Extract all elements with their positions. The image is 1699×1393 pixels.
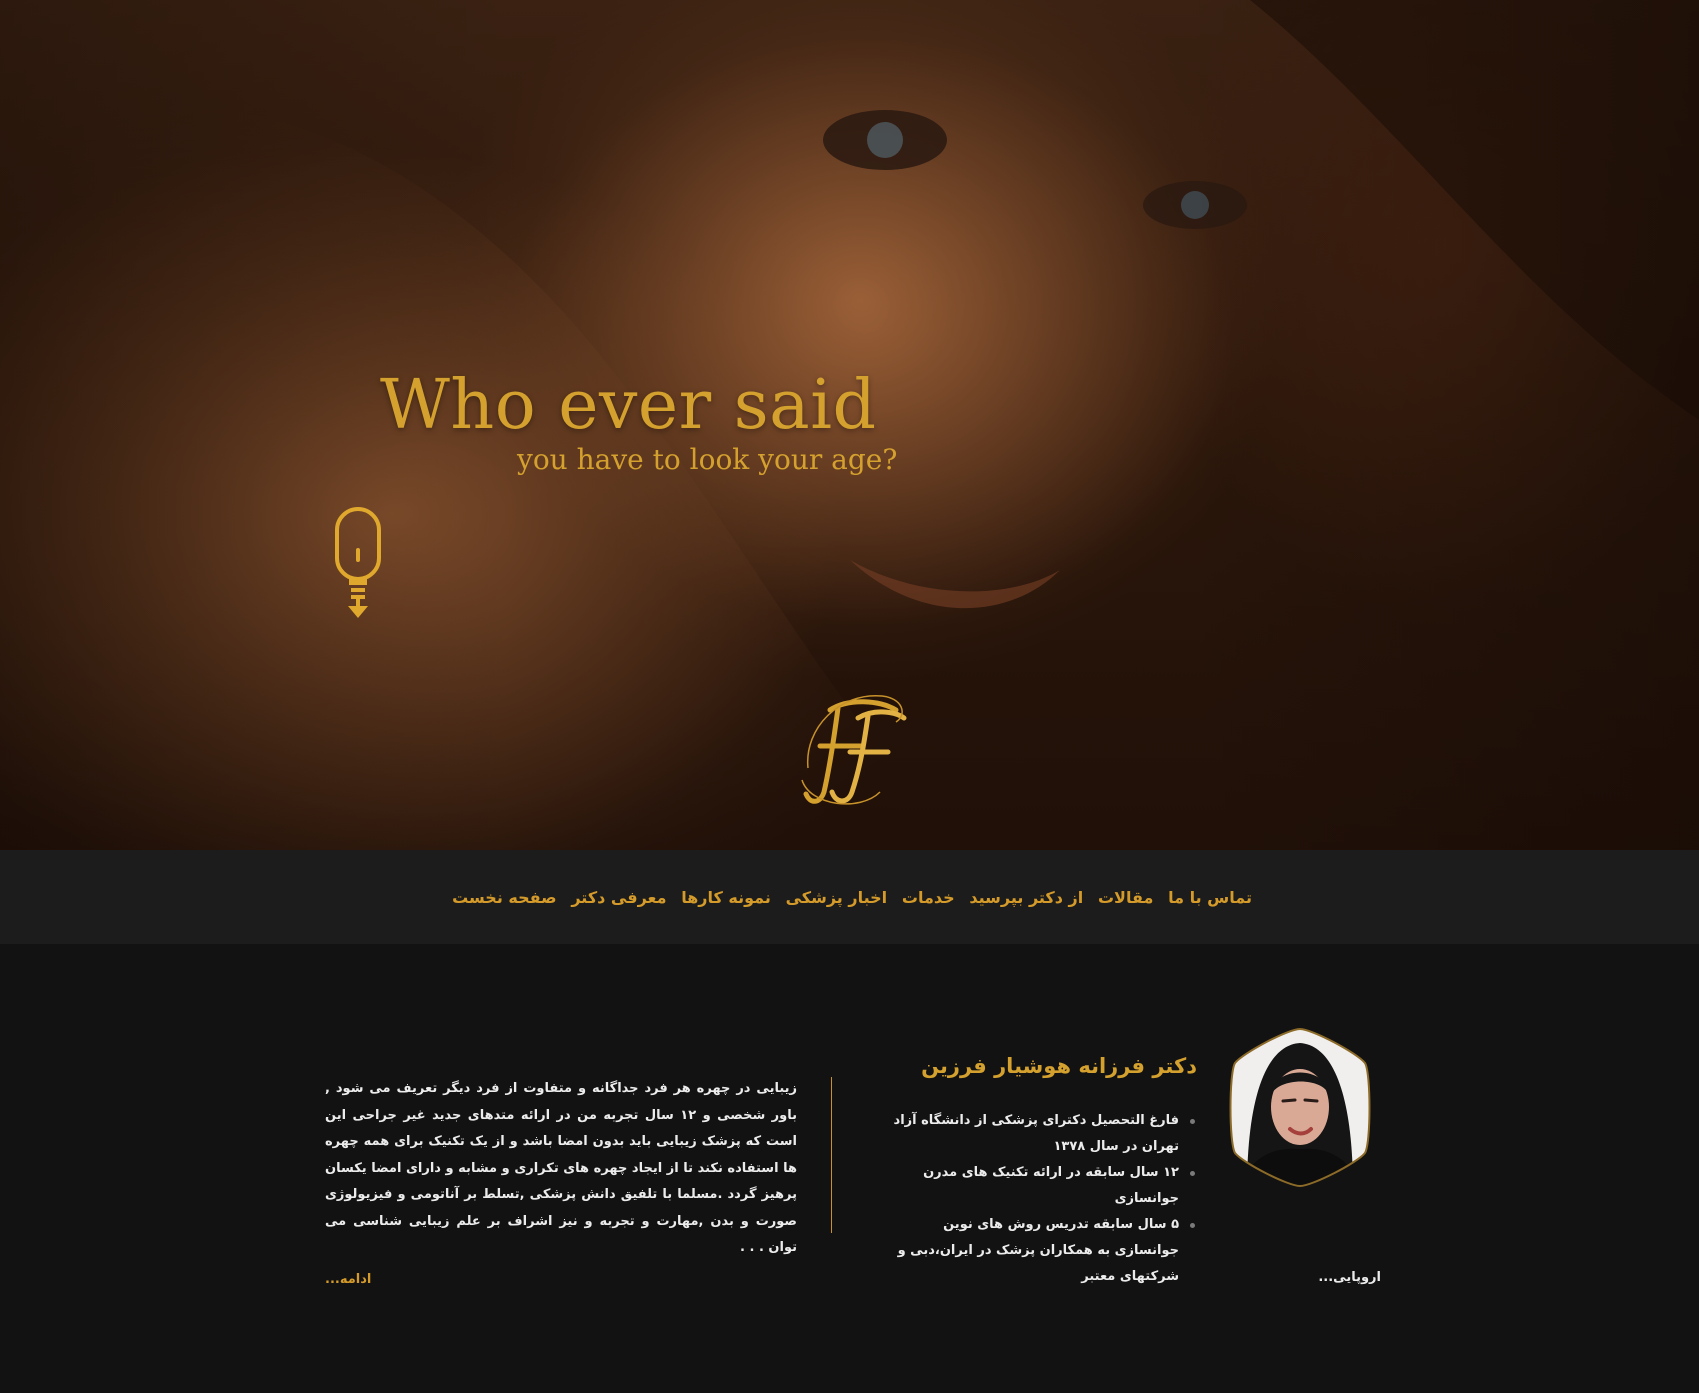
doctor-bio-list: فارغ التحصیل دکترای پزشکی از دانشگاه آزا… (879, 1108, 1197, 1290)
nav-item-articles[interactable]: مقالات (1098, 888, 1153, 907)
content-section (0, 944, 1699, 1393)
nav-item-services[interactable]: خدمات (902, 888, 955, 907)
hero-banner: Who ever said you have to look your age? (0, 0, 1699, 850)
intro-paragraph: زیبایی در چهره هر فرد جداگانه و متفاوت ا… (325, 1081, 797, 1255)
hero-headline: Who ever said (380, 366, 877, 445)
nav-item-ask-doctor[interactable]: از دکتر بپرسید (969, 888, 1083, 907)
nav-item-home[interactable]: صفحه نخست (452, 888, 557, 907)
bio-item: ۱۲ سال سابقه در ارائه تکنیک های مدرن جوا… (879, 1160, 1195, 1212)
nav-item-contact[interactable]: تماس با ما (1168, 888, 1252, 907)
nav-item-about-doctor[interactable]: معرفی دکتر (571, 888, 666, 907)
nav-menu: صفحه نخست معرفی دکتر نمونه کارها اخبار پ… (452, 850, 1252, 944)
read-more-link[interactable]: ادامه... (325, 1272, 371, 1287)
main-navbar: صفحه نخست معرفی دکتر نمونه کارها اخبار پ… (0, 850, 1699, 944)
doctor-avatar (1229, 1027, 1371, 1188)
bio-continuation: اروپایی... (1318, 1270, 1381, 1285)
nav-item-medical-news[interactable]: اخبار پزشکی (786, 888, 888, 907)
doctor-name: دکتر فرزانه هوشیار فرزین (921, 1054, 1197, 1078)
ff-monogram-logo (801, 695, 907, 805)
content-divider (831, 1077, 832, 1233)
hero-subline: you have to look your age? (517, 443, 898, 476)
nav-item-portfolio[interactable]: نمونه کارها (681, 888, 771, 907)
scroll-down-mouse-icon[interactable] (334, 506, 382, 620)
bio-item: ۵ سال سابقه تدریس روش های نوین جوانسازی … (879, 1212, 1195, 1290)
bio-item: فارغ التحصیل دکترای پزشکی از دانشگاه آزا… (879, 1108, 1195, 1160)
